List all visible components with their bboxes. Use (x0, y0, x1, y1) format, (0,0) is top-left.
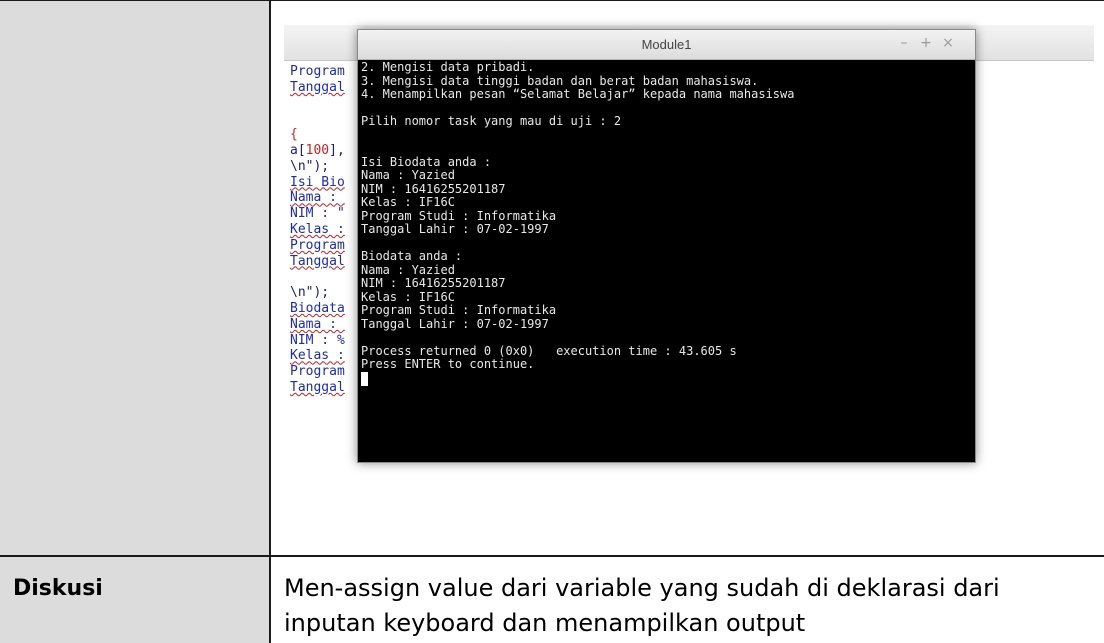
table-border-top (0, 0, 1104, 1)
editor-line: Tanggal (290, 79, 345, 95)
terminal-line: Kelas : IF16C (361, 195, 455, 209)
text-cursor-icon (361, 371, 368, 386)
terminal-line: Pilih nomor task yang mau di uji : 2 (361, 114, 622, 128)
editor-line: NIM : " (290, 206, 345, 222)
editor-line: Kelas : (290, 221, 345, 237)
editor-line: NIM : % (290, 332, 345, 348)
terminal-line: Process returned 0 (0x0) execution time … (361, 343, 737, 358)
editor-line: Program (290, 237, 345, 253)
editor-line: Nama : (290, 190, 345, 206)
editor-line: Isi Bio (290, 174, 345, 190)
terminal-line: Nama : Yazied (361, 262, 455, 277)
editor-line: \n"); (290, 158, 330, 174)
editor-line: Program (290, 64, 345, 79)
editor-line: Program (290, 364, 345, 380)
terminal-line: 3. Mengisi data tinggi badan dan berat b… (361, 73, 759, 88)
terminal-line: 4. Menampilkan pesan “Selamat Belajar” k… (361, 87, 795, 101)
table-cell-empty-label (0, 0, 270, 556)
editor-line: Kelas : (290, 348, 345, 364)
editor-line: { (290, 127, 298, 143)
terminal-line: Tanggal Lahir : 07-02-1997 (361, 222, 549, 236)
terminal-titlebar[interactable]: Module1 – + × (358, 30, 975, 60)
editor-code-lines: Program Tanggal{a[100], \n"); Isi Bio Nama :… (290, 64, 345, 396)
terminal-title: Module1 (641, 37, 692, 52)
table-border-vertical (269, 0, 271, 643)
terminal-cursor-line (361, 371, 971, 386)
editor-line: \n"); (290, 285, 330, 301)
terminal-line: 2. Mengisi data pribadi. (361, 61, 535, 74)
terminal-line: NIM : 16416255201187 (361, 181, 506, 196)
diskusi-text: Men-assign value dari variable yang suda… (284, 574, 1000, 637)
editor-line: Nama : (290, 316, 345, 332)
terminal-line: Press ENTER to continue. (361, 357, 535, 371)
terminal-line: Nama : Yazied (361, 168, 455, 182)
terminal-line: Tanggal Lahir : 07-02-1997 (361, 316, 549, 331)
terminal-line: Program Studi : Informatika (361, 303, 557, 317)
terminal-output[interactable]: 2. Mengisi data pribadi. 3. Mengisi data … (361, 61, 971, 456)
window-controls: – + × (893, 35, 959, 51)
editor-line: Biodata (290, 300, 345, 316)
terminal-line: Biodata anda : (361, 249, 463, 263)
terminal-window[interactable]: Module1 – + × 2. Mengisi data pribadi. 3. M… (357, 29, 976, 463)
diskusi-label: Diskusi (13, 576, 103, 601)
maximize-icon[interactable]: + (915, 35, 937, 51)
editor-line: Tanggal (290, 253, 345, 269)
terminal-line: NIM : 16416255201187 (361, 276, 506, 290)
document-table: Program Tanggal{a[100], \n"); Isi Bio Nama :… (0, 0, 1104, 643)
terminal-line: Isi Biodata anda : (361, 154, 492, 169)
close-icon[interactable]: × (937, 35, 959, 51)
editor-line: Tanggal (290, 379, 345, 395)
terminal-line: Program Studi : Informatika (361, 208, 557, 223)
minimize-icon[interactable]: – (893, 35, 915, 51)
table-border-middle (0, 555, 1104, 557)
terminal-line: Kelas : IF16C (361, 289, 455, 304)
editor-line: a[100], (290, 142, 345, 158)
